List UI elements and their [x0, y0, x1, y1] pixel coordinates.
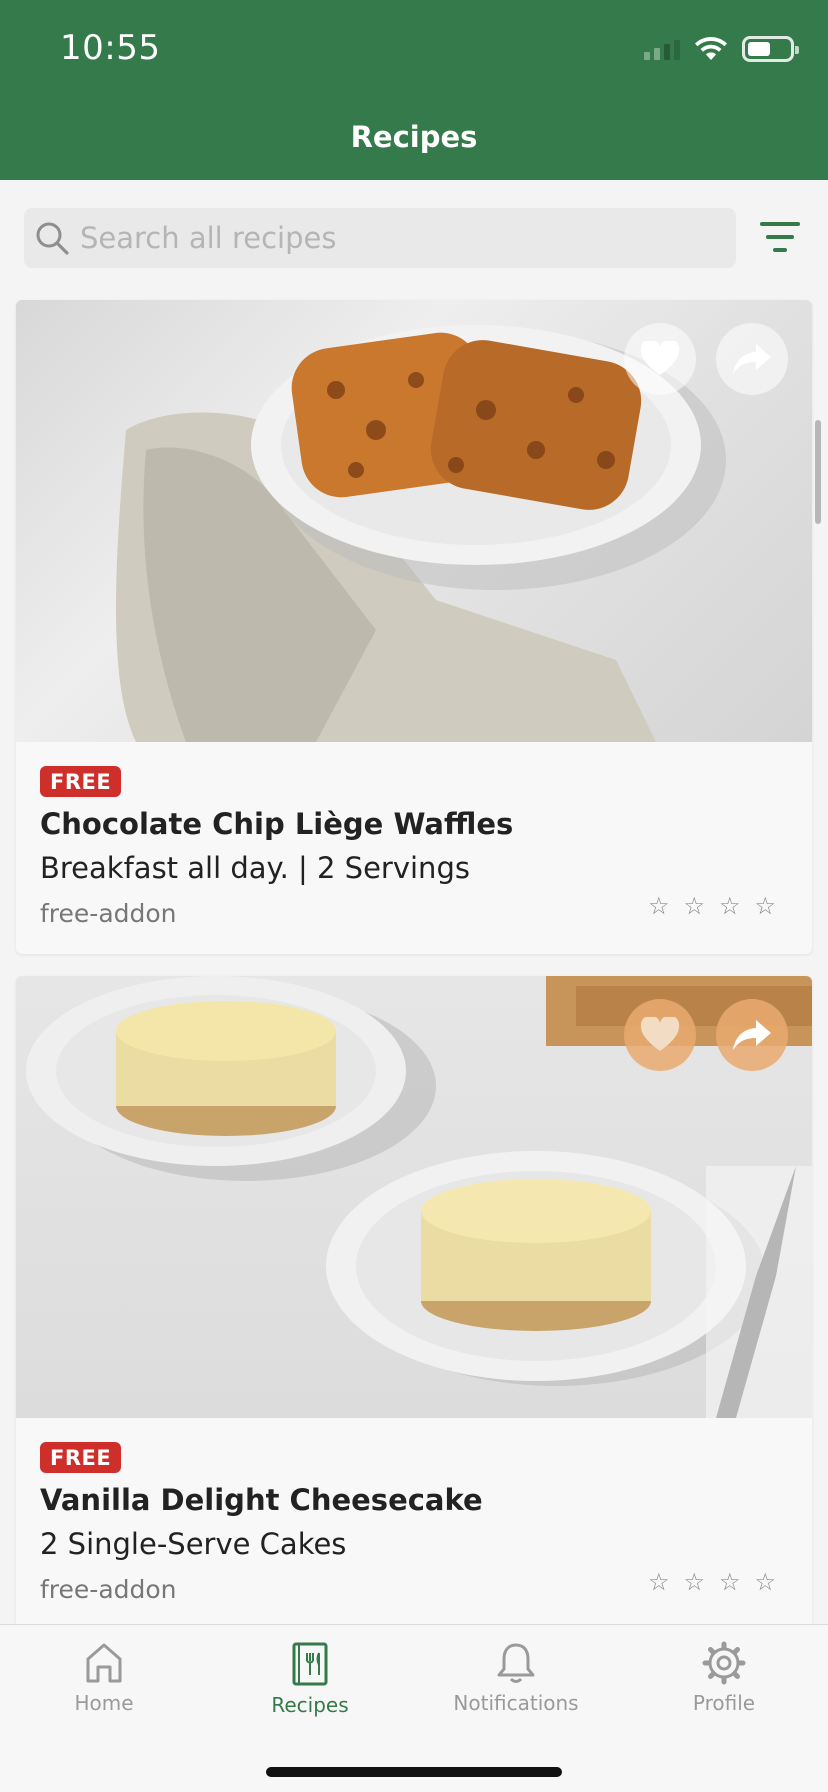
battery-icon: [742, 36, 799, 62]
free-badge: FREE: [40, 766, 122, 797]
recipe-subtitle: Breakfast all day. | 2 Servings: [40, 851, 470, 885]
recipe-card[interactable]: FREE Chocolate Chip Liège Waffles Breakf…: [16, 300, 812, 954]
rating-stars[interactable]: ☆ ☆ ☆ ☆: [648, 1568, 776, 1596]
favorite-button[interactable]: [624, 323, 696, 395]
nav-label-recipes: Recipes: [271, 1693, 349, 1717]
nav-item-home[interactable]: Home: [24, 1641, 184, 1715]
star-icon[interactable]: ☆: [754, 1568, 776, 1596]
status-icons: [644, 36, 799, 62]
top-bar: 10:55 Recipes: [0, 0, 828, 180]
heart-icon: [640, 1017, 680, 1051]
share-arrow-icon: [733, 1020, 771, 1050]
star-icon[interactable]: ☆: [648, 1568, 670, 1596]
search-icon: [36, 222, 69, 255]
share-arrow-icon: [733, 344, 771, 374]
nav-label-notifications: Notifications: [453, 1691, 579, 1715]
home-icon: [86, 1643, 122, 1683]
star-icon[interactable]: ☆: [648, 892, 670, 920]
star-icon[interactable]: ☆: [719, 892, 741, 920]
recipe-book-icon: [292, 1642, 328, 1686]
recipe-card-body: FREE Chocolate Chip Liège Waffles Breakf…: [16, 742, 812, 954]
share-button[interactable]: [716, 999, 788, 1071]
search-row: [0, 180, 828, 290]
recipe-image-waffle[interactable]: [16, 300, 812, 742]
cellular-signal-icon: [644, 38, 680, 60]
nav-label-profile: Profile: [692, 1691, 756, 1715]
search-input[interactable]: [80, 221, 680, 255]
recipe-card[interactable]: FREE Vanilla Delight Cheesecake 2 Single…: [16, 976, 812, 1630]
recipe-image-cheesecake[interactable]: [16, 976, 812, 1418]
star-icon[interactable]: ☆: [683, 892, 705, 920]
recipe-subtitle: 2 Single-Serve Cakes: [40, 1527, 347, 1561]
star-icon[interactable]: ☆: [754, 892, 776, 920]
home-indicator[interactable]: [266, 1767, 562, 1777]
wifi-icon: [695, 37, 727, 60]
recipe-card-body: FREE Vanilla Delight Cheesecake 2 Single…: [16, 1418, 812, 1630]
search-bar[interactable]: [24, 208, 736, 268]
scroll-indicator[interactable]: [815, 420, 821, 524]
star-icon[interactable]: ☆: [719, 1568, 741, 1596]
status-time: 10:55: [60, 28, 161, 68]
recipe-title: Vanilla Delight Cheesecake: [40, 1483, 483, 1517]
filter-icon: [760, 222, 800, 252]
filter-button[interactable]: [756, 218, 804, 258]
star-icon[interactable]: ☆: [683, 1568, 705, 1596]
free-badge: FREE: [40, 1442, 122, 1473]
bell-icon: [497, 1643, 535, 1683]
share-button[interactable]: [716, 323, 788, 395]
nav-item-recipes[interactable]: Recipes: [230, 1641, 390, 1717]
gear-icon: [702, 1641, 746, 1685]
rating-stars[interactable]: ☆ ☆ ☆ ☆: [648, 892, 776, 920]
nav-item-profile[interactable]: Profile: [644, 1641, 804, 1715]
heart-icon: [640, 341, 680, 375]
nav-item-notifications[interactable]: Notifications: [436, 1641, 596, 1715]
recipe-title: Chocolate Chip Liège Waffles: [40, 807, 514, 841]
nav-label-home: Home: [74, 1691, 134, 1715]
page-title: Recipes: [350, 120, 478, 154]
favorite-button[interactable]: [624, 999, 696, 1071]
